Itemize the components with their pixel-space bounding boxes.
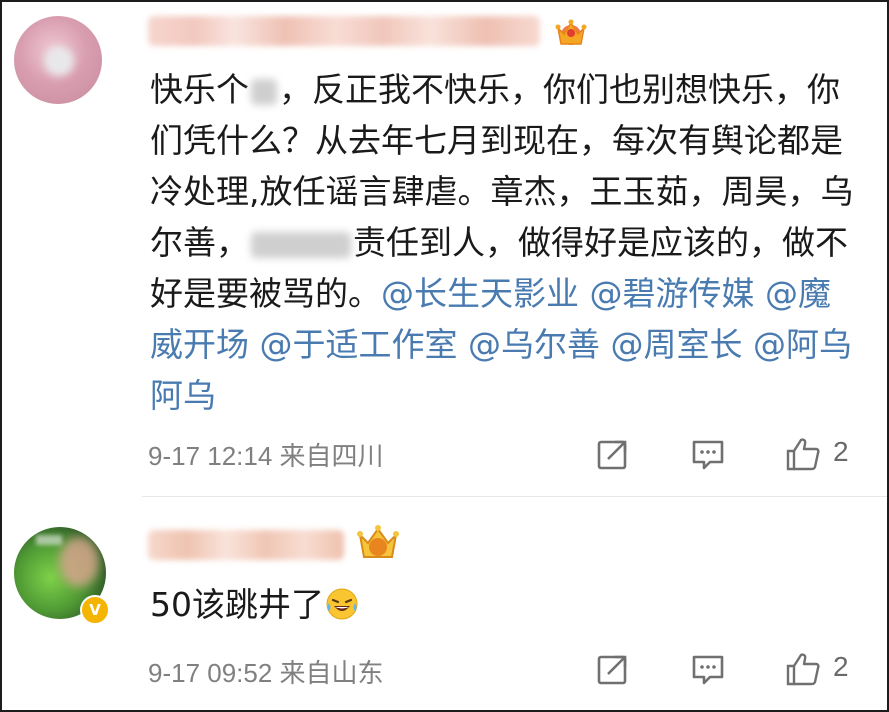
username-blurred[interactable]	[148, 530, 344, 560]
divider	[142, 496, 887, 497]
comment-icon[interactable]	[690, 651, 726, 687]
comment-actions: 2	[595, 436, 865, 472]
crown-badge-icon	[357, 525, 399, 558]
text-segment: 快乐个	[150, 70, 249, 109]
comment-item: V 50该跳井了 9-17 09:52 来自山东 2	[2, 499, 887, 710]
mention-link[interactable]: @长生天影业	[381, 274, 590, 313]
share-icon[interactable]	[595, 436, 631, 472]
username-blurred[interactable]	[148, 16, 540, 46]
redacted-word	[251, 231, 351, 258]
mention-link[interactable]: @碧游传媒	[590, 274, 766, 313]
comment-text: 50该跳井了	[150, 579, 857, 630]
comment-thread: 快乐个 ，反正我不快乐，你们也别想快乐，你们凭什么？从去年七月到现在，每次有舆论都…	[0, 0, 889, 712]
comment-actions: 2	[595, 651, 865, 687]
mention-link[interactable]: @周室长	[611, 325, 754, 364]
thumbs-up-icon[interactable]	[785, 651, 821, 687]
comment-icon[interactable]	[690, 436, 726, 472]
comment-meta: 9-17 12:14 来自四川	[148, 441, 384, 471]
comment-meta: 9-17 09:52 来自山东	[148, 658, 384, 688]
mention-link[interactable]: @乌尔善	[468, 325, 611, 364]
mention-link[interactable]: @于适工作室	[260, 325, 469, 364]
comment-text: 快乐个 ，反正我不快乐，你们也别想快乐，你们凭什么？从去年七月到现在，每次有舆论都…	[150, 64, 857, 421]
like-count: 2	[833, 436, 849, 467]
verified-badge-icon: V	[80, 595, 110, 625]
share-icon[interactable]	[595, 651, 631, 687]
avatar[interactable]	[14, 16, 102, 104]
crown-badge-icon	[555, 19, 587, 45]
like-count: 2	[833, 651, 849, 682]
comment-item: 快乐个 ，反正我不快乐，你们也别想快乐，你们凭什么？从去年七月到现在，每次有舆论都…	[2, 2, 887, 497]
text-segment: 50该跳井了	[150, 585, 324, 624]
laughing-crying-emoji-icon	[326, 588, 358, 620]
thumbs-up-icon[interactable]	[785, 436, 821, 472]
redacted-word	[251, 78, 277, 105]
